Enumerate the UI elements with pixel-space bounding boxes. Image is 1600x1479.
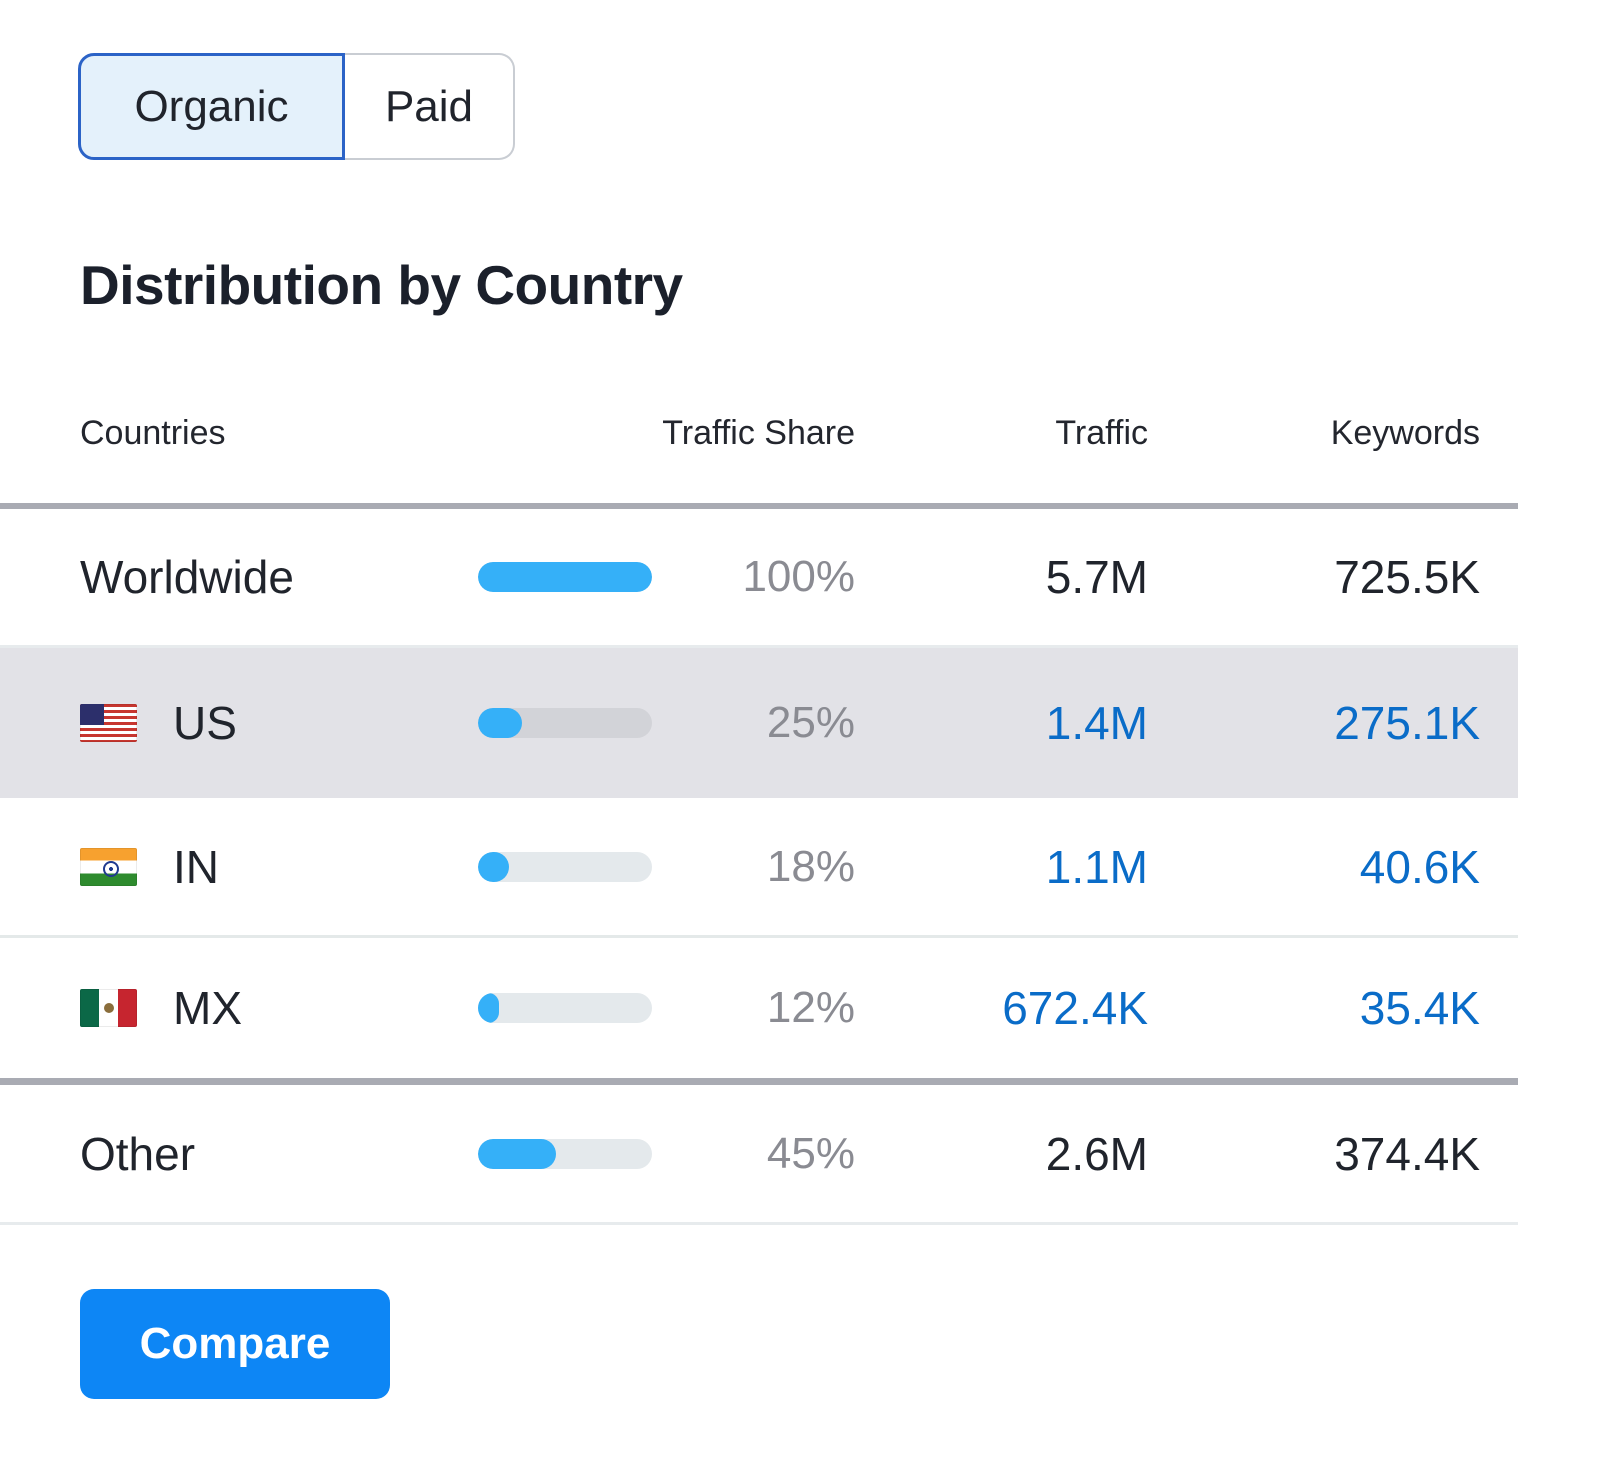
- toggle-paid[interactable]: Paid: [345, 53, 515, 160]
- traffic-share-bar: [478, 993, 652, 1023]
- keywords-value: 374.4K: [1148, 1127, 1480, 1181]
- traffic-share-bar: [478, 562, 652, 592]
- traffic-share-value: 25%: [652, 698, 855, 748]
- country-label: Worldwide: [80, 550, 478, 604]
- traffic-value: 5.7M: [855, 550, 1148, 604]
- us-flag-icon: [80, 704, 137, 742]
- keywords-value-link[interactable]: 40.6K: [1148, 840, 1480, 894]
- traffic-share-value: 45%: [652, 1129, 855, 1179]
- traffic-share-bar-fill: [478, 708, 522, 738]
- traffic-share-bar-fill: [478, 852, 509, 882]
- col-header-traffic: Traffic: [855, 414, 1148, 453]
- traffic-share-bar: [478, 1139, 652, 1169]
- mx-flag-icon: [80, 989, 137, 1027]
- keywords-value: 725.5K: [1148, 550, 1480, 604]
- traffic-type-toggle: Organic Paid: [78, 53, 515, 160]
- traffic-share-bar: [478, 852, 652, 882]
- toggle-organic[interactable]: Organic: [78, 53, 345, 160]
- table-row-worldwide: Worldwide 100% 5.7M 725.5K: [0, 509, 1518, 648]
- traffic-value-link[interactable]: 1.4M: [855, 696, 1148, 750]
- country-label: IN: [173, 840, 219, 894]
- page-title: Distribution by Country: [80, 252, 1600, 318]
- traffic-share-bar-fill: [478, 1139, 556, 1169]
- table-header: Countries Traffic Share Traffic Keywords: [0, 318, 1518, 509]
- traffic-share-value: 100%: [652, 552, 855, 602]
- table-row-mx[interactable]: MX 12% 672.4K 35.4K: [0, 938, 1518, 1078]
- traffic-share-bar-fill: [478, 562, 652, 592]
- keywords-value-link[interactable]: 275.1K: [1148, 696, 1480, 750]
- traffic-value: 2.6M: [855, 1127, 1148, 1181]
- traffic-value-link[interactable]: 672.4K: [855, 981, 1148, 1035]
- traffic-value-link[interactable]: 1.1M: [855, 840, 1148, 894]
- col-header-keywords: Keywords: [1148, 414, 1480, 453]
- table-section-divider: [0, 1078, 1518, 1085]
- traffic-share-bar: [478, 708, 652, 738]
- traffic-share-bar-fill: [478, 993, 499, 1023]
- traffic-share-value: 12%: [652, 983, 855, 1033]
- keywords-value-link[interactable]: 35.4K: [1148, 981, 1480, 1035]
- col-header-countries: Countries: [80, 414, 478, 453]
- distribution-table: Countries Traffic Share Traffic Keywords…: [0, 318, 1518, 1225]
- compare-button[interactable]: Compare: [80, 1289, 390, 1399]
- traffic-share-value: 18%: [652, 842, 855, 892]
- col-header-traffic-share: Traffic Share: [478, 414, 855, 453]
- country-label: MX: [173, 981, 242, 1035]
- in-flag-icon: [80, 848, 137, 886]
- table-row-us[interactable]: US 25% 1.4M 275.1K: [0, 648, 1518, 798]
- table-row-other: Other 45% 2.6M 374.4K: [0, 1085, 1518, 1225]
- country-label: Other: [80, 1127, 478, 1181]
- table-row-in[interactable]: IN 18% 1.1M 40.6K: [0, 798, 1518, 938]
- country-label: US: [173, 696, 237, 750]
